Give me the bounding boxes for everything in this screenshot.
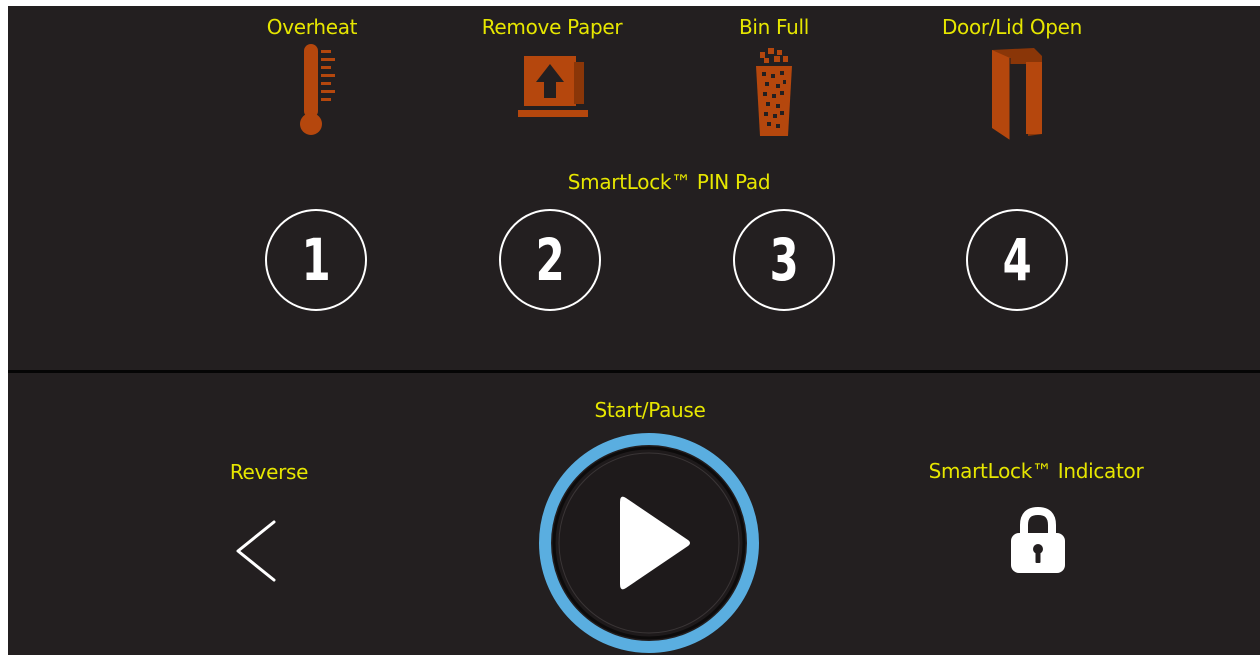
- bin-full-label: Bin Full: [738, 15, 810, 39]
- panel-divider: [8, 370, 1260, 373]
- pin-key-4[interactable]: 4: [966, 209, 1068, 311]
- remove-paper-label: Remove Paper: [481, 15, 623, 39]
- pin-key-3-label: 3: [769, 226, 799, 294]
- smartlock-indicator-label: SmartLock™ Indicator: [928, 459, 1144, 483]
- remove-paper-icon: [518, 56, 588, 117]
- pin-key-1-label: 1: [301, 226, 331, 294]
- reverse-button[interactable]: [228, 518, 288, 584]
- reverse-label: Reverse: [229, 460, 309, 484]
- door-lid-open-label: Door/Lid Open: [941, 15, 1083, 39]
- pin-key-1[interactable]: 1: [265, 209, 367, 311]
- pin-key-2[interactable]: 2: [499, 209, 601, 311]
- thermometer-icon: [300, 44, 335, 135]
- overheat-label: Overheat: [266, 15, 358, 39]
- pin-pad-title: SmartLock™ PIN Pad: [567, 170, 771, 194]
- pin-key-3[interactable]: 3: [733, 209, 835, 311]
- start-pause-label: Start/Pause: [594, 398, 706, 422]
- start-pause-button[interactable]: [538, 432, 760, 654]
- door-open-icon: [992, 48, 1042, 140]
- pin-key-4-label: 4: [1002, 226, 1032, 294]
- bin-full-icon: [756, 48, 792, 136]
- pin-key-2-label: 2: [535, 226, 565, 294]
- chevron-left-icon: [236, 520, 276, 582]
- lock-icon: [1011, 506, 1065, 573]
